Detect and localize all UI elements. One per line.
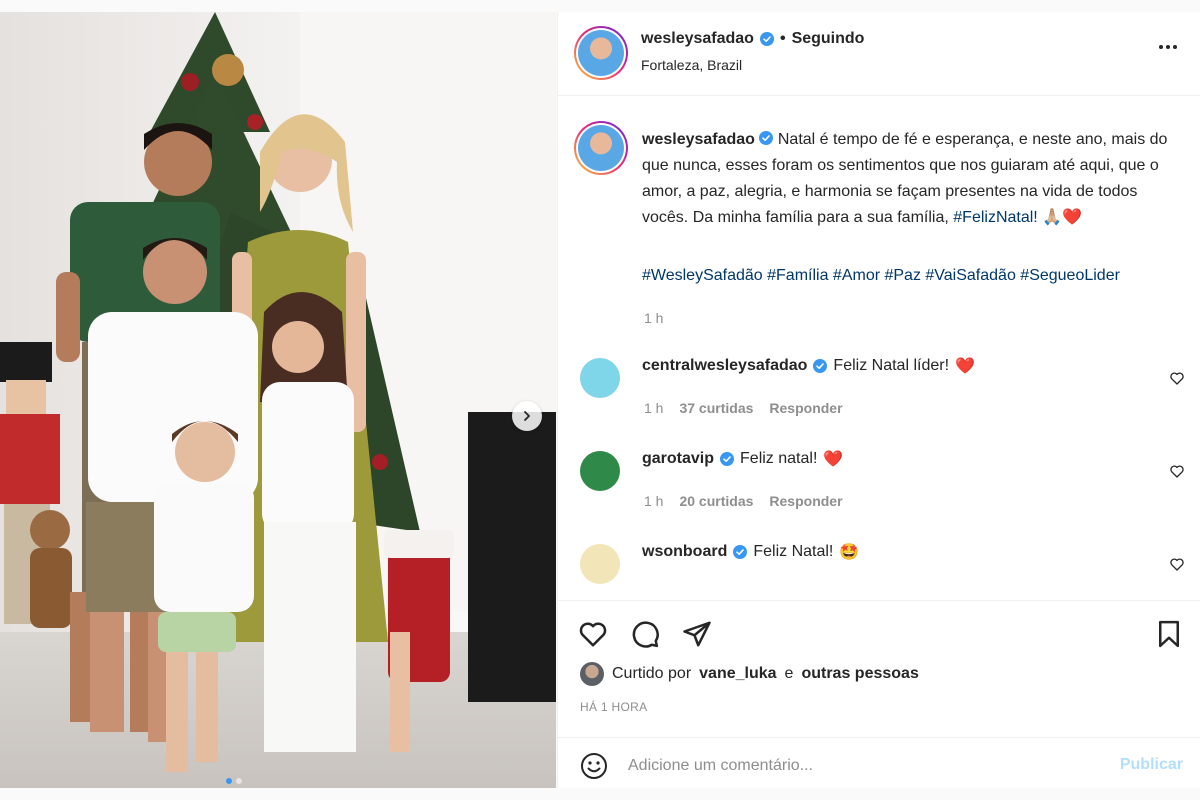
comment-body: Feliz natal! xyxy=(740,450,818,467)
post-modal: wesleysafadao • Seguindo Fortaleza, Braz… xyxy=(0,0,1200,800)
caption-hashtag[interactable]: #FelizNatal! xyxy=(953,209,1037,226)
more-icon xyxy=(1159,45,1163,49)
caption-avatar[interactable] xyxy=(574,121,628,175)
reply-button[interactable]: Responder xyxy=(769,400,842,416)
family-photo-illustration xyxy=(0,12,556,788)
comment-meta: 1 h 37 curtidas Responder xyxy=(644,400,843,416)
comment-icon[interactable] xyxy=(630,619,660,649)
heart-icon[interactable] xyxy=(1169,463,1185,479)
comment-body: Feliz Natal! xyxy=(753,543,834,560)
comment-text: centralwesleysafadao Feliz Natal líder! … xyxy=(642,356,975,376)
caption-username[interactable]: wesleysafadao xyxy=(642,131,755,148)
verified-icon xyxy=(733,545,748,559)
post-header: wesleysafadao • Seguindo Fortaleza, Braz… xyxy=(558,12,1200,96)
share-icon[interactable] xyxy=(682,619,712,649)
heart-icon[interactable] xyxy=(578,619,608,649)
comment-username[interactable]: wsonboard xyxy=(642,543,727,561)
post-details-panel: wesleysafadao • Seguindo Fortaleza, Braz… xyxy=(557,12,1200,788)
comment-text: wsonboard Feliz Natal! 🤩 xyxy=(642,542,859,562)
comment-item: centralwesleysafadao Feliz Natal líder! … xyxy=(558,352,1200,442)
liker-username[interactable]: vane_luka xyxy=(699,665,776,683)
verified-icon xyxy=(759,131,774,145)
caption-timestamp: 1 h xyxy=(644,310,664,326)
author-avatar[interactable] xyxy=(574,26,628,80)
emoji-icon[interactable] xyxy=(580,752,608,780)
heart-icon[interactable] xyxy=(1169,370,1185,386)
post-time-ago: HÁ 1 HORA xyxy=(580,700,648,714)
caption-hashtags[interactable]: #WesleySafadão #Família #Amor #Paz #VaiS… xyxy=(642,267,1187,285)
author-row: wesleysafadao • Seguindo xyxy=(641,30,864,48)
comment-emoji: ❤️ xyxy=(955,358,975,375)
bookmark-icon[interactable] xyxy=(1154,619,1184,649)
carousel-next-button[interactable] xyxy=(512,401,542,431)
carousel-dot xyxy=(226,778,232,784)
comment-composer: Publicar xyxy=(558,737,1200,788)
post-location[interactable]: Fortaleza, Brazil xyxy=(641,57,742,73)
comment-avatar[interactable] xyxy=(580,451,620,491)
caption-emojis: 🙏🏼❤️ xyxy=(1042,209,1083,226)
likes-summary: Curtido por vane_luka e outras pessoas xyxy=(580,662,919,686)
separator-dot: • xyxy=(779,30,786,47)
carousel-indicator xyxy=(226,778,242,784)
comment-input[interactable] xyxy=(628,752,1088,780)
comment-likes[interactable]: 20 curtidas xyxy=(679,493,753,509)
verified-icon xyxy=(759,32,774,46)
comment-emoji: 🤩 xyxy=(839,544,860,561)
author-username[interactable]: wesleysafadao xyxy=(641,30,754,48)
verified-icon xyxy=(720,452,735,466)
follow-status-button[interactable]: Seguindo xyxy=(792,30,865,48)
comment-body: Feliz Natal líder! xyxy=(833,357,950,374)
likes-prefix: Curtido por xyxy=(612,665,692,682)
comment-avatar[interactable] xyxy=(580,358,620,398)
post-photo[interactable] xyxy=(0,12,556,788)
heart-icon[interactable] xyxy=(1169,556,1185,572)
verified-icon xyxy=(813,359,828,373)
comment-text: garotavip Feliz natal! ❤️ xyxy=(642,449,843,469)
comment-username[interactable]: garotavip xyxy=(642,450,714,468)
likes-others[interactable]: outras pessoas xyxy=(801,665,918,683)
comment-item: garotavip Feliz natal! ❤️ 1 h 20 curtida… xyxy=(558,445,1200,535)
more-options-button[interactable] xyxy=(1159,45,1177,49)
caption-text: wesleysafadao Natal é tempo de fé e espe… xyxy=(642,127,1187,231)
reply-button[interactable]: Responder xyxy=(769,493,842,509)
comment-likes[interactable]: 37 curtidas xyxy=(679,400,753,416)
liker-avatar[interactable] xyxy=(580,662,604,686)
comment-emoji: ❤️ xyxy=(823,451,844,468)
comment-item: wsonboard Feliz Natal! 🤩 xyxy=(558,538,1200,588)
comment-time: 1 h xyxy=(644,400,664,416)
chevron-right-icon xyxy=(524,411,530,421)
comment-avatar[interactable] xyxy=(580,544,620,584)
likes-conjunction: e xyxy=(784,665,794,682)
carousel-dot xyxy=(236,778,242,784)
publish-button[interactable]: Publicar xyxy=(1120,756,1183,774)
post-actions xyxy=(558,600,1200,655)
comment-meta: 1 h 20 curtidas Responder xyxy=(644,493,843,509)
comment-username[interactable]: centralwesleysafadao xyxy=(642,357,807,375)
comment-time: 1 h xyxy=(644,493,664,509)
